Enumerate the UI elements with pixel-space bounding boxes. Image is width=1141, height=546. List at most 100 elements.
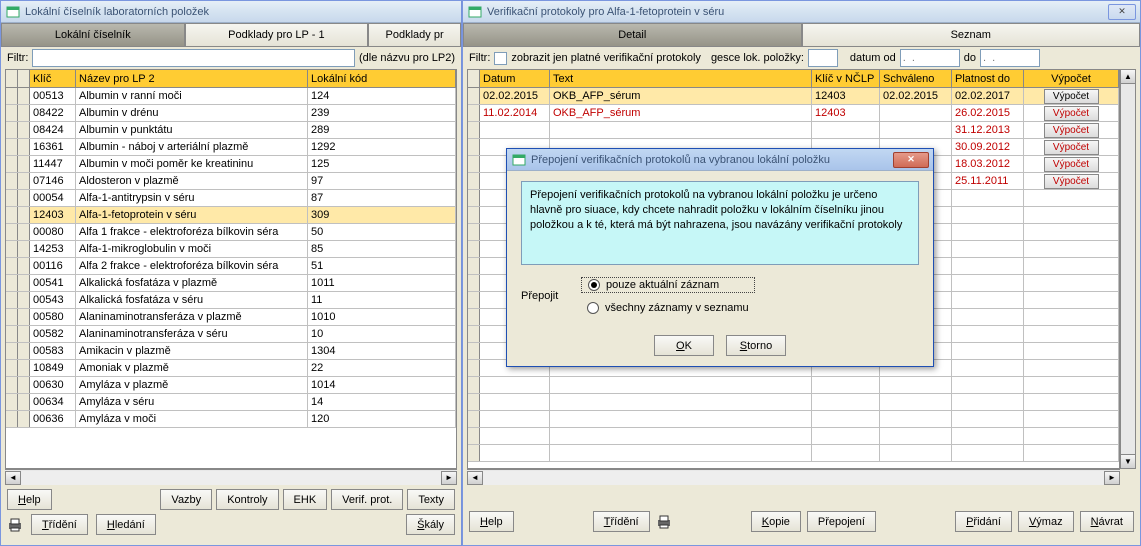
scroll-down-icon[interactable]: ▼ (1121, 454, 1135, 468)
hledani-button[interactable]: Hledání (96, 514, 156, 535)
scroll-track[interactable] (483, 471, 1104, 485)
button-bar: Help Třídění Kopie Přepojení Přidání Vým… (463, 507, 1140, 536)
scroll-track[interactable] (21, 471, 441, 485)
kontroly-button[interactable]: Kontroly (216, 489, 278, 510)
tab-local-codelist[interactable]: Lokální číselník (1, 23, 185, 47)
dialog-close-button[interactable]: ✕ (893, 152, 929, 168)
table-row[interactable]: 08424Albumin v punktátu289 (6, 122, 456, 139)
table-row[interactable]: 00634Amyláza v séru14 (6, 394, 456, 411)
cell-nclp: 12403 (812, 88, 880, 104)
row-selector (18, 326, 30, 342)
vypocet-button[interactable]: Výpočet (1044, 123, 1099, 138)
hscrollbar[interactable]: ◄ ► (5, 469, 457, 485)
pridani-button[interactable]: Přidání (955, 511, 1012, 532)
vypocet-button[interactable]: Výpočet (1044, 157, 1099, 172)
table-row[interactable]: 00582Alaninaminotransferáza v séru10 (6, 326, 456, 343)
gesce-input[interactable] (808, 49, 838, 67)
col-platnost[interactable]: Platnost do (952, 70, 1024, 87)
filter-input[interactable] (32, 49, 355, 67)
row-selector (18, 224, 30, 240)
texty-button[interactable]: Texty (407, 489, 455, 510)
scroll-right-icon[interactable]: ► (1104, 471, 1120, 485)
table-row[interactable]: 00543Alkalická fosfatáza v séru11 (6, 292, 456, 309)
row-selector (18, 173, 30, 189)
table-row[interactable]: 00080Alfa 1 frakce - elektroforéza bílko… (6, 224, 456, 241)
cell-key: 00541 (30, 275, 76, 291)
table-row[interactable]: 11447Albumin v moči poměr ke kreatininu1… (6, 156, 456, 173)
cell-vypocet: Výpočet (1024, 88, 1119, 104)
tab-seznam[interactable]: Seznam (802, 23, 1141, 47)
cell-name: Amikacin v plazmě (76, 343, 308, 359)
date-to-input[interactable] (980, 49, 1040, 67)
print-icon[interactable] (656, 515, 672, 529)
table-row[interactable]: 00580Alaninaminotransferáza v plazmě1010 (6, 309, 456, 326)
tab-detail[interactable]: Detail (463, 23, 802, 47)
cell-localcode: 125 (308, 156, 456, 172)
vscrollbar[interactable]: ▲ ▼ (1120, 69, 1136, 469)
prepojit-label: Přepojit (521, 290, 575, 302)
hscrollbar[interactable]: ◄ ► (467, 469, 1120, 485)
vazby-button[interactable]: Vazby (160, 489, 212, 510)
scroll-right-icon[interactable]: ► (441, 471, 457, 485)
col-vypocet[interactable]: Výpočet (1024, 70, 1119, 87)
verif-button[interactable]: Verif. prot. (331, 489, 403, 510)
cell-platnost: 26.02.2015 (952, 105, 1024, 121)
col-name[interactable]: Název pro LP 2 (76, 70, 308, 87)
vypocet-button[interactable]: Výpočet (1044, 174, 1099, 189)
table-row[interactable]: 07146Aldosteron v plazmě97 (6, 173, 456, 190)
trideni-button[interactable]: Třídění (593, 511, 650, 532)
vypocet-button[interactable]: Výpočet (1044, 106, 1099, 121)
date-from-input[interactable] (900, 49, 960, 67)
help-button[interactable]: Help (7, 489, 52, 510)
scroll-thumb[interactable] (1121, 84, 1135, 454)
cell-key: 11447 (30, 156, 76, 172)
tab-podklady-2[interactable]: Podklady pr (368, 23, 461, 47)
table-row[interactable]: 12403Alfa-1-fetoprotein v séru309 (6, 207, 456, 224)
table-row[interactable]: 14253Alfa-1-mikroglobulin v moči85 (6, 241, 456, 258)
cell-key: 10849 (30, 360, 76, 376)
table-row[interactable]: 08422Albumin v drénu239 (6, 105, 456, 122)
col-key[interactable]: Klíč (30, 70, 76, 87)
table-row[interactable]: 00636Amyláza v moči120 (6, 411, 456, 428)
table-row[interactable]: 00541Alkalická fosfatáza v plazmě1011 (6, 275, 456, 292)
prepojeni-button[interactable]: Přepojení (807, 511, 876, 532)
help-button[interactable]: Help (469, 511, 514, 532)
cell-name: Alaninaminotransferáza v séru (76, 326, 308, 342)
col-text[interactable]: Text (550, 70, 812, 87)
col-datum[interactable]: Datum (480, 70, 550, 87)
table-row[interactable]: 00116Alfa 2 frakce - elektroforéza bílko… (6, 258, 456, 275)
table-row[interactable]: 00583Amikacin v plazmě1304 (6, 343, 456, 360)
scroll-left-icon[interactable]: ◄ (467, 471, 483, 485)
table-row[interactable]: 31.12.2013Výpočet (468, 122, 1119, 139)
vypocet-button[interactable]: Výpočet (1044, 140, 1099, 155)
table-row[interactable]: 00513Albumin v ranní moči124 (6, 88, 456, 105)
vymaz-button[interactable]: Výmaz (1018, 511, 1074, 532)
table-row[interactable]: 02.02.2015OKB_AFP_sérum1240302.02.201502… (468, 88, 1119, 105)
table-row[interactable]: 00630Amyláza v plazmě1014 (6, 377, 456, 394)
vypocet-button[interactable]: Výpočet (1044, 89, 1099, 104)
table-row[interactable]: 00054Alfa-1-antitrypsin v séru87 (6, 190, 456, 207)
navrat-button[interactable]: Návrat (1080, 511, 1134, 532)
col-localcode[interactable]: Lokální kód (308, 70, 456, 87)
tab-podklady-1[interactable]: Podklady pro LP - 1 (185, 23, 369, 47)
table-row[interactable]: 16361Albumin - náboj v arteriální plazmě… (6, 139, 456, 156)
col-schvaleno[interactable]: Schváleno (880, 70, 952, 87)
cell-nclp: 12403 (812, 105, 880, 121)
radio-current-record[interactable]: pouze aktuální záznam (581, 277, 755, 293)
valid-only-checkbox[interactable] (494, 52, 507, 65)
skaly-button[interactable]: Škály (406, 514, 455, 535)
ok-button[interactable]: OK (654, 335, 714, 356)
table-row[interactable]: 10849Amoniak v plazmě22 (6, 360, 456, 377)
kopie-button[interactable]: Kopie (751, 511, 801, 532)
table-row[interactable]: 11.02.2014OKB_AFP_sérum1240326.02.2015Vý… (468, 105, 1119, 122)
col-nclp[interactable]: Klíč v NČLP (812, 70, 880, 87)
scroll-up-icon[interactable]: ▲ (1121, 70, 1135, 84)
trideni-button[interactable]: Třídění (31, 514, 88, 535)
scroll-left-icon[interactable]: ◄ (5, 471, 21, 485)
print-icon[interactable] (7, 518, 23, 532)
storno-button[interactable]: Storno (726, 335, 786, 356)
ehk-button[interactable]: EHK (283, 489, 328, 510)
close-button[interactable]: ✕ (1108, 4, 1136, 20)
radio-all-records[interactable]: všechny záznamy v seznamu (581, 301, 755, 315)
row-selector (18, 122, 30, 138)
